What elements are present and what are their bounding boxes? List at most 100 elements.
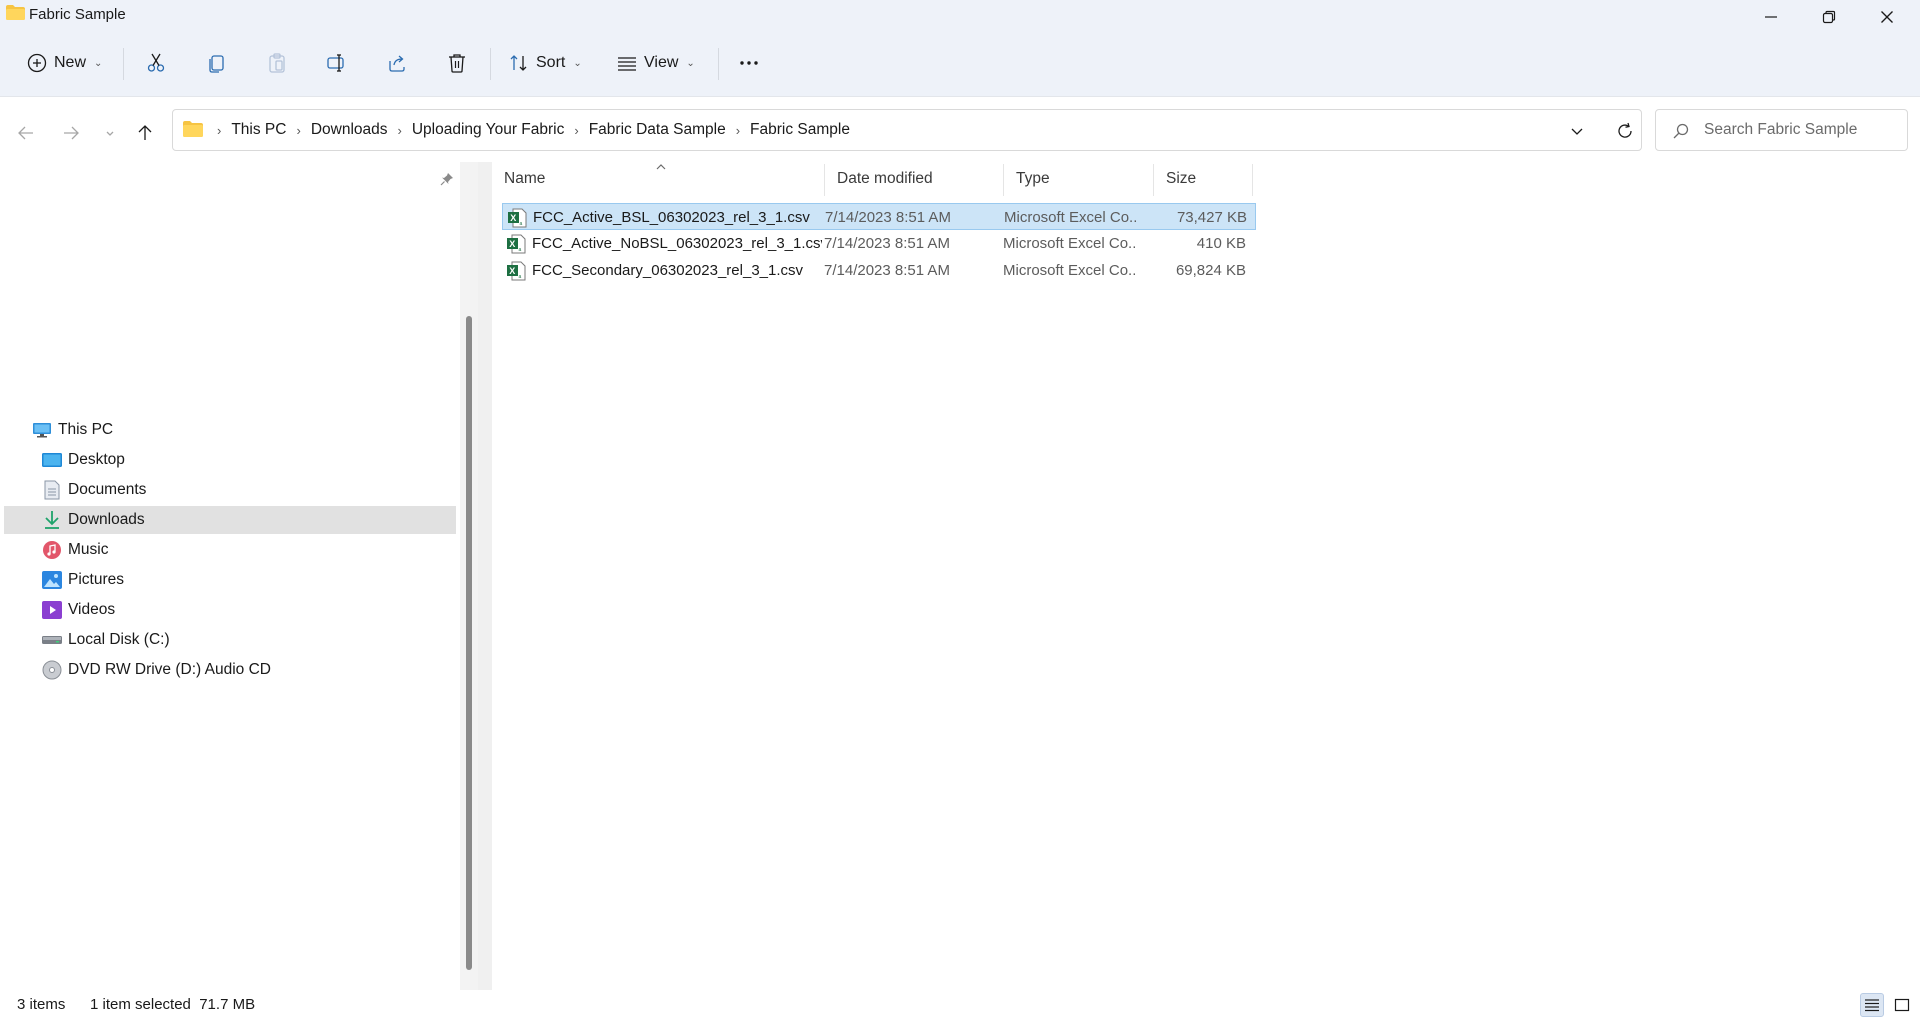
selection-info: 1 item selected 71.7 MB xyxy=(90,996,256,1013)
file-name: FCC_Active_BSL_06302023_rel_3_1.csv xyxy=(533,209,810,226)
sidebar-item-local-disk[interactable]: Local Disk (C:) xyxy=(4,626,456,654)
view-button[interactable]: View ⌄ xyxy=(616,42,695,84)
item-count: 3 items xyxy=(17,996,66,1013)
breadcrumb-fabric-data-sample[interactable]: Fabric Data Sample xyxy=(585,121,730,139)
breadcrumb-downloads[interactable]: Downloads xyxy=(307,121,392,139)
pictures-icon xyxy=(42,570,62,590)
status-bar: 3 items 1 item selected 71.7 MB xyxy=(0,990,1920,1020)
plus-circle-icon xyxy=(27,53,47,73)
delete-button[interactable] xyxy=(446,42,468,84)
paste-button[interactable] xyxy=(266,42,288,84)
chevron-right-icon[interactable]: › xyxy=(392,123,408,138)
scissors-icon xyxy=(147,53,165,72)
navigation-pane: This PC Desktop Documents Downloads Musi… xyxy=(0,162,460,990)
minimize-button[interactable] xyxy=(1742,0,1799,34)
file-row[interactable]: Xa FCC_Secondary_06302023_rel_3_1.csv 7/… xyxy=(502,257,1256,284)
tiles-view-icon xyxy=(1894,998,1910,1012)
copy-button[interactable] xyxy=(206,42,228,84)
file-list: Name Date modified Type Size Xa FCC_Acti… xyxy=(492,162,1920,990)
excel-csv-icon: Xa xyxy=(507,261,526,281)
folder-icon xyxy=(183,121,203,137)
rename-icon xyxy=(327,54,344,72)
column-header-label: Type xyxy=(1016,170,1050,187)
sidebar-item-pictures[interactable]: Pictures xyxy=(4,566,456,594)
toolbar-divider xyxy=(123,48,124,80)
file-date: 7/14/2023 8:51 AM xyxy=(824,235,950,252)
arrow-right-icon xyxy=(64,126,79,140)
share-button[interactable] xyxy=(386,42,408,84)
rename-button[interactable] xyxy=(326,42,348,84)
chevron-right-icon[interactable]: › xyxy=(290,123,306,138)
file-size: 69,824 KB xyxy=(1175,262,1246,279)
column-header-label: Date modified xyxy=(837,170,933,187)
column-header-size[interactable]: Size xyxy=(1154,162,1244,196)
sidebar-item-downloads[interactable]: Downloads xyxy=(4,506,456,534)
more-options-button[interactable] xyxy=(738,42,760,84)
pin-icon[interactable] xyxy=(440,172,454,186)
ellipsis-icon xyxy=(740,61,758,65)
up-button[interactable] xyxy=(131,119,159,147)
file-type: Microsoft Excel Co... xyxy=(1003,235,1135,252)
toolbar-divider xyxy=(718,48,719,80)
sidebar-item-label: Music xyxy=(68,541,109,558)
svg-text:a: a xyxy=(519,247,522,253)
file-name: FCC_Active_NoBSL_06302023_rel_3_1.csv xyxy=(532,235,822,252)
breadcrumb-uploading-your-fabric[interactable]: Uploading Your Fabric xyxy=(408,121,569,139)
address-bar[interactable]: › This PC › Downloads › Uploading Your F… xyxy=(172,109,1642,151)
column-header-date[interactable]: Date modified xyxy=(825,162,971,196)
pane-divider[interactable] xyxy=(478,162,492,990)
breadcrumb: › This PC › Downloads › Uploading Your F… xyxy=(211,110,854,150)
back-button[interactable] xyxy=(12,119,40,147)
sort-button[interactable]: Sort ⌄ xyxy=(508,42,582,84)
restore-icon xyxy=(1822,10,1835,24)
sidebar-item-documents[interactable]: Documents xyxy=(4,476,456,504)
computer-icon xyxy=(32,420,52,440)
column-header-type[interactable]: Type xyxy=(1004,162,1154,196)
sidebar-item-music[interactable]: Music xyxy=(4,536,456,564)
sidebar-item-dvd-drive[interactable]: DVD RW Drive (D:) Audio CD xyxy=(4,656,456,684)
new-button[interactable]: New ⌄ xyxy=(26,42,102,84)
column-header-name[interactable]: Name xyxy=(492,162,824,196)
sidebar-item-desktop[interactable]: Desktop xyxy=(4,446,456,474)
file-type: Microsoft Excel Co... xyxy=(1004,209,1136,226)
close-button[interactable] xyxy=(1858,0,1915,34)
column-divider[interactable] xyxy=(1252,164,1253,196)
sidebar-item-videos[interactable]: Videos xyxy=(4,596,456,624)
file-size: 73,427 KB xyxy=(1176,209,1247,226)
share-icon xyxy=(389,55,405,72)
sidebar-item-label: Documents xyxy=(68,481,147,498)
details-view-button[interactable] xyxy=(1860,993,1884,1017)
recent-locations-button[interactable] xyxy=(96,119,124,147)
refresh-button[interactable] xyxy=(1613,119,1637,143)
file-row[interactable]: Xa FCC_Active_NoBSL_06302023_rel_3_1.csv… xyxy=(502,230,1256,257)
trash-icon xyxy=(449,54,465,73)
file-row[interactable]: Xa FCC_Active_BSL_06302023_rel_3_1.csv 7… xyxy=(502,203,1256,230)
large-icons-view-button[interactable] xyxy=(1890,993,1914,1017)
download-icon xyxy=(42,510,62,530)
view-lines-icon xyxy=(618,57,636,71)
chevron-down-icon: ⌄ xyxy=(686,57,695,69)
svg-text:a: a xyxy=(520,221,523,227)
file-name: FCC_Secondary_06302023_rel_3_1.csv xyxy=(532,262,804,279)
sidebar-item-label: Pictures xyxy=(68,571,124,588)
chevron-down-icon: ⌄ xyxy=(573,57,582,69)
address-history-button[interactable] xyxy=(1565,120,1589,142)
search-box[interactable] xyxy=(1655,109,1908,151)
details-view-icon xyxy=(1865,999,1879,1012)
file-type: Microsoft Excel Co... xyxy=(1003,262,1135,279)
breadcrumb-fabric-sample[interactable]: Fabric Sample xyxy=(746,121,854,139)
toolbar-divider xyxy=(490,48,491,80)
sidebar-item-label: DVD RW Drive (D:) Audio CD xyxy=(68,661,271,678)
sidebar-item-this-pc[interactable]: This PC xyxy=(4,416,456,444)
chevron-down-icon xyxy=(106,131,114,136)
sidebar-item-label: Desktop xyxy=(68,451,125,468)
search-input[interactable] xyxy=(1704,110,1900,150)
chevron-right-icon[interactable]: › xyxy=(568,123,584,138)
refresh-icon xyxy=(1618,122,1632,138)
navigation-scrollbar-thumb[interactable] xyxy=(466,316,472,970)
restore-button[interactable] xyxy=(1800,0,1857,34)
chevron-right-icon[interactable]: › xyxy=(730,123,746,138)
breadcrumb-this-pc[interactable]: This PC xyxy=(227,121,290,139)
forward-button[interactable] xyxy=(57,119,85,147)
cut-button[interactable] xyxy=(145,42,167,84)
